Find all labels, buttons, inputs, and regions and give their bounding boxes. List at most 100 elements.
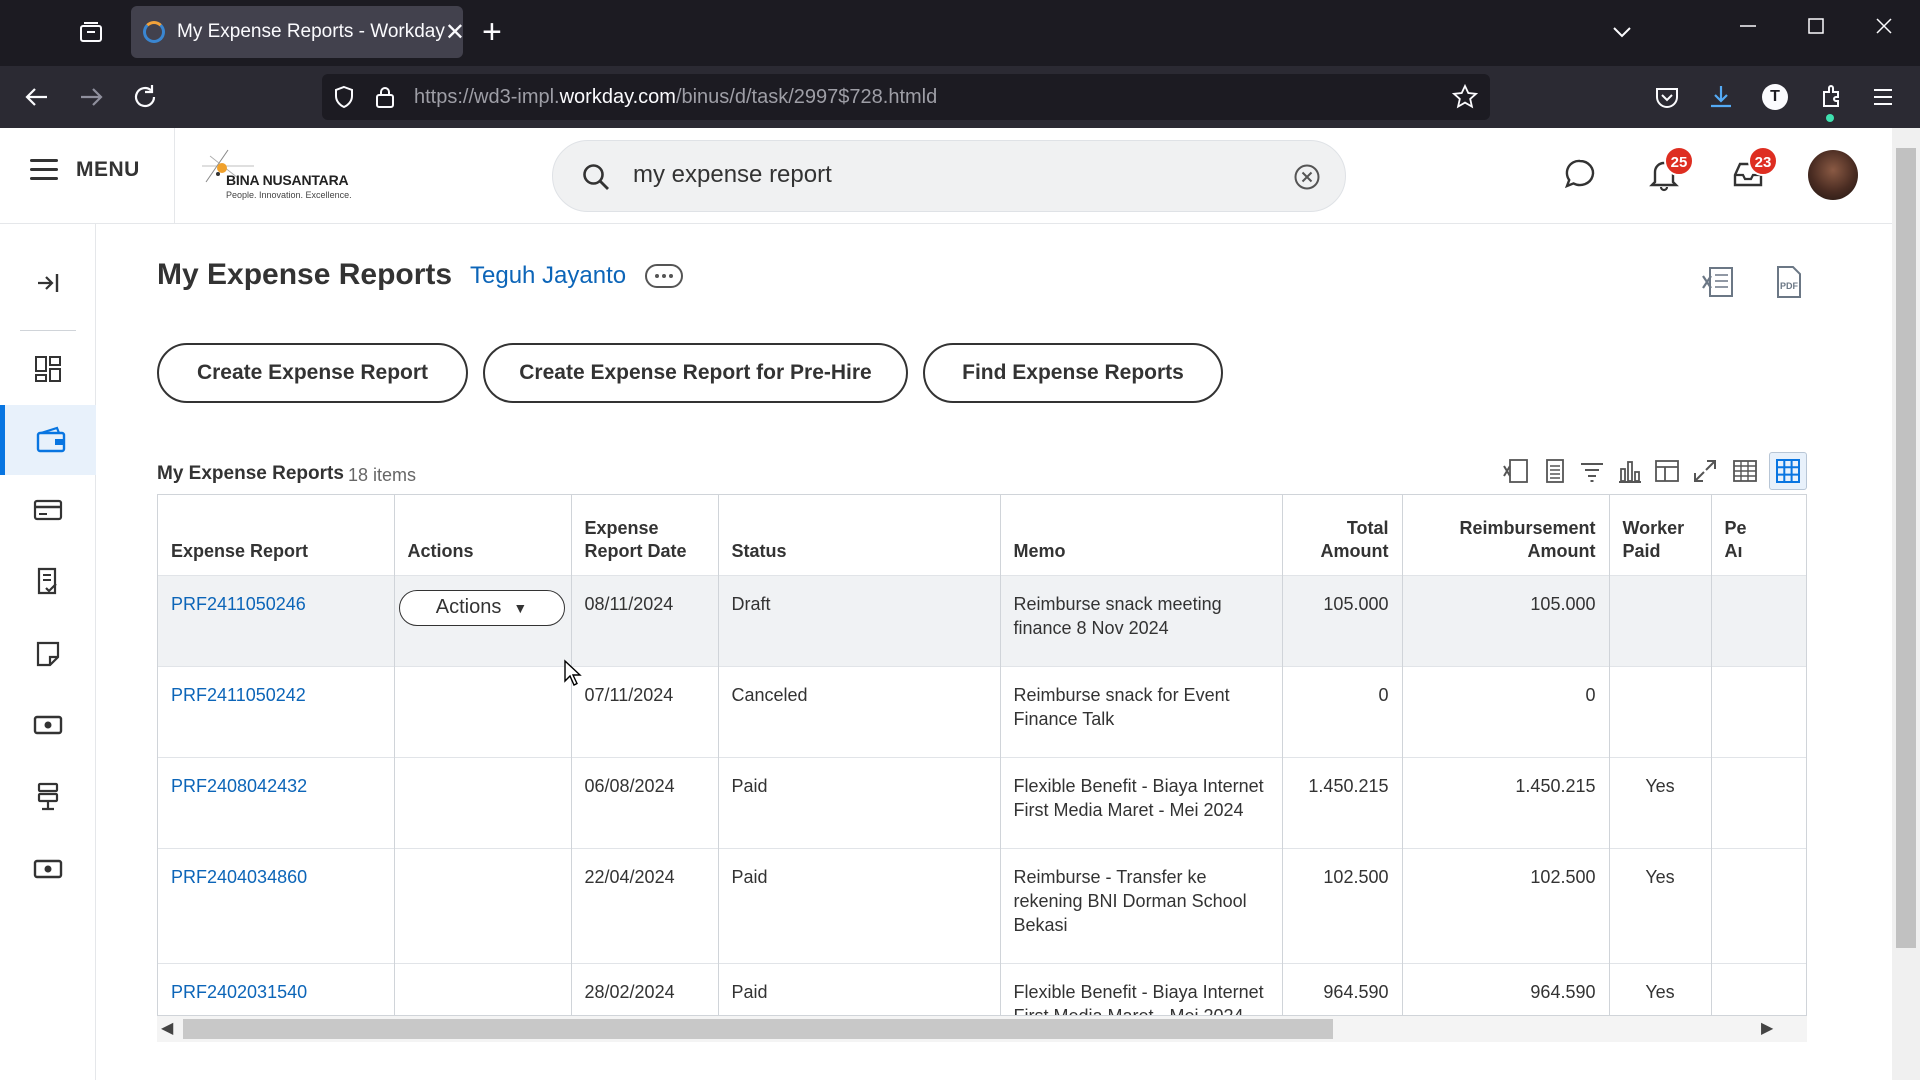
- table-row[interactable]: PRF2411050246 Actions ▼ 08/11/2024 Draft …: [158, 574, 1806, 666]
- find-expense-reports-button[interactable]: Find Expense Reports: [923, 343, 1223, 403]
- wallet-icon: [36, 426, 65, 453]
- grid-table-view-button[interactable]: [1729, 455, 1761, 487]
- bookmark-star-icon[interactable]: [1452, 84, 1478, 110]
- minimize-icon[interactable]: [1736, 14, 1760, 38]
- rail-item-dashboard[interactable]: [0, 334, 96, 404]
- rail-item-reimbursement[interactable]: [0, 834, 96, 904]
- browser-tab-active[interactable]: My Expense Reports - Workday ✕: [131, 6, 465, 58]
- column-header-actions[interactable]: Actions: [394, 495, 572, 575]
- lock-icon[interactable]: [374, 85, 396, 109]
- owner-link[interactable]: Teguh Jayanto: [470, 262, 626, 290]
- expense-report-link[interactable]: PRF2411050246: [171, 594, 306, 614]
- search-input[interactable]: [633, 161, 1253, 189]
- column-header-memo[interactable]: Memo: [1000, 495, 1283, 575]
- create-expense-report-prehire-button[interactable]: Create Expense Report for Pre-Hire: [483, 343, 908, 403]
- column-header-total-amount[interactable]: Total Amount: [1282, 495, 1403, 575]
- grid-horizontal-scrollbar[interactable]: ◀ ▶: [157, 1016, 1807, 1042]
- page-scroll-thumb[interactable]: [1896, 148, 1916, 948]
- scroll-right-icon[interactable]: ▶: [1761, 1018, 1773, 1038]
- rail-item-cards[interactable]: [0, 475, 96, 545]
- table-row[interactable]: PRF2411050242 07/11/2024 Canceled Reimbu…: [158, 665, 1806, 757]
- related-actions-button[interactable]: [645, 264, 683, 288]
- binus-logo[interactable]: BINA NUSANTARA People. Innovation. Excel…: [198, 146, 352, 206]
- expense-report-link[interactable]: PRF2402031540: [171, 982, 307, 1002]
- reload-icon[interactable]: [128, 80, 162, 114]
- export-excel-icon[interactable]: [1700, 264, 1736, 300]
- rail-item-payments[interactable]: [0, 690, 96, 760]
- list-all-tabs-icon[interactable]: [1608, 18, 1636, 46]
- extensions-icon[interactable]: [1814, 80, 1848, 114]
- grid-columns-button[interactable]: [1651, 455, 1683, 487]
- total-amount-cell: 102.500: [1282, 847, 1403, 963]
- excel-icon: [1503, 459, 1528, 483]
- new-tab-button[interactable]: +: [482, 14, 502, 50]
- column-header-partial[interactable]: Pe Aı: [1711, 495, 1806, 575]
- rail-item-expenses[interactable]: [0, 405, 96, 475]
- url-bar[interactable]: https://wd3-impl.workday.com/binus/d/tas…: [322, 74, 1490, 120]
- reimbursement-amount-cell: 105.000: [1402, 574, 1610, 666]
- column-header-status[interactable]: Status: [718, 495, 1001, 575]
- expense-report-date-cell: 22/04/2024: [571, 847, 719, 963]
- worker-paid-cell: [1609, 665, 1712, 757]
- back-icon[interactable]: [20, 80, 54, 114]
- grid-fullscreen-button[interactable]: [1689, 455, 1721, 487]
- column-header-reimbursement-amount[interactable]: Reimbursement Amount: [1402, 495, 1610, 575]
- column-header-expense-report-date[interactable]: Expense Report Date: [571, 495, 719, 575]
- forward-icon[interactable]: [74, 80, 108, 114]
- header-divider: [174, 128, 175, 224]
- pocket-icon[interactable]: [1650, 80, 1684, 114]
- global-menu-button[interactable]: MENU: [30, 158, 140, 182]
- create-expense-report-button[interactable]: Create Expense Report: [157, 343, 468, 403]
- columns-icon: [1655, 460, 1679, 482]
- reimbursement-amount-cell: 102.500: [1402, 847, 1610, 963]
- downloads-icon[interactable]: [1704, 80, 1738, 114]
- tab-manager-icon[interactable]: [76, 18, 106, 48]
- expense-report-link[interactable]: PRF2404034860: [171, 867, 307, 887]
- user-avatar[interactable]: [1808, 150, 1858, 200]
- expand-icon: [1694, 460, 1716, 482]
- tracking-shield-icon[interactable]: [332, 85, 356, 109]
- close-tab-icon[interactable]: ✕: [445, 18, 465, 47]
- clear-search-icon[interactable]: [1293, 163, 1321, 191]
- reimbursement-amount-cell: 964.590: [1402, 962, 1610, 1015]
- app-menu-icon[interactable]: [1866, 80, 1900, 114]
- grid-grid-view-button[interactable]: [1769, 452, 1807, 490]
- url-text[interactable]: https://wd3-impl.workday.com/binus/d/tas…: [414, 86, 937, 109]
- workday-header: MENU BINA NUSANTARA People. Innovation. …: [0, 128, 1892, 224]
- grid-horizontal-scroll-thumb[interactable]: [183, 1019, 1333, 1039]
- actions-cell: [394, 756, 572, 848]
- browser-nav-bar: https://wd3-impl.workday.com/binus/d/tas…: [0, 66, 1920, 128]
- page-title: My Expense Reports: [157, 258, 453, 291]
- worker-paid-cell: Yes: [1609, 962, 1712, 1015]
- table-row[interactable]: PRF2408042432 06/08/2024 Paid Flexible B…: [158, 756, 1806, 848]
- table-row[interactable]: PRF2402031540 28/02/2024 Paid Flexible B…: [158, 962, 1806, 1015]
- expand-rail-button[interactable]: [0, 248, 96, 318]
- total-amount-cell: 105.000: [1282, 574, 1403, 666]
- rail-item-org[interactable]: [0, 762, 96, 832]
- export-pdf-icon[interactable]: PDF: [1770, 264, 1806, 300]
- grid-chart-button[interactable]: [1614, 455, 1646, 487]
- column-header-expense-report[interactable]: Expense Report: [158, 495, 395, 575]
- inbox-button[interactable]: 23: [1730, 146, 1778, 192]
- notifications-button[interactable]: 25: [1646, 146, 1694, 192]
- grid-export-pdf-button[interactable]: [1539, 455, 1571, 487]
- search-icon: [583, 164, 609, 190]
- close-window-icon[interactable]: [1872, 14, 1896, 38]
- expense-report-link[interactable]: PRF2408042432: [171, 776, 307, 796]
- browser-profile-avatar[interactable]: T: [1762, 84, 1788, 110]
- maximize-icon[interactable]: [1804, 14, 1828, 38]
- rail-item-approvals[interactable]: [0, 546, 96, 616]
- search-box[interactable]: [552, 140, 1346, 212]
- rail-item-notes[interactable]: [0, 619, 96, 689]
- row-actions-button[interactable]: Actions ▼: [398, 589, 565, 626]
- expense-reports-grid: Expense Report Actions Expense Report Da…: [157, 494, 1807, 1016]
- page-scrollbar[interactable]: [1892, 128, 1920, 1080]
- dashboard-icon: [35, 356, 61, 382]
- grid-export-excel-button[interactable]: [1500, 455, 1532, 487]
- grid-filter-button[interactable]: [1576, 455, 1608, 487]
- chat-icon[interactable]: [1562, 156, 1598, 192]
- expense-report-link[interactable]: PRF2411050242: [171, 685, 306, 705]
- table-row[interactable]: PRF2404034860 22/04/2024 Paid Reimburse …: [158, 847, 1806, 963]
- column-header-worker-paid[interactable]: Worker Paid: [1609, 495, 1712, 575]
- scroll-left-icon[interactable]: ◀: [161, 1018, 173, 1038]
